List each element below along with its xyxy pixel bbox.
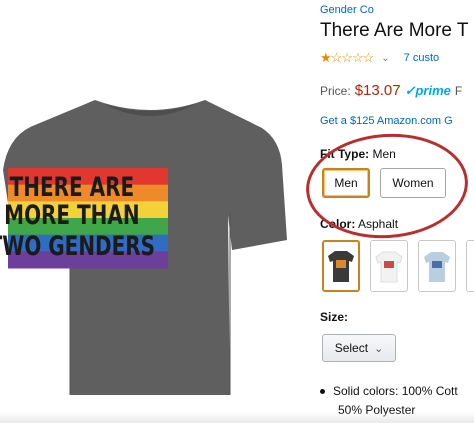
bottom-edge	[0, 412, 474, 423]
product-title: There Are More T	[320, 20, 469, 41]
color-swatch-light-blue[interactable]	[418, 240, 456, 292]
color-swatch-asphalt[interactable]	[322, 240, 360, 292]
shirt-thumbnail-icon	[424, 252, 450, 282]
review-count-link[interactable]: 7 custo	[404, 52, 439, 64]
print-line-3: TWO GENDERS	[0, 231, 156, 262]
rating-row: ★☆☆☆☆ ⌄ 7 custo	[320, 50, 439, 66]
promo-link[interactable]: Get a $125 Amazon.com G	[320, 115, 453, 127]
color-swatch-more[interactable]	[466, 240, 474, 292]
star-rating-icon[interactable]: ★☆☆☆☆	[320, 50, 374, 66]
shirt-thumbnail-icon	[375, 251, 403, 283]
size-label: Size:	[320, 310, 349, 324]
chevron-down-icon[interactable]: ⌄	[381, 53, 389, 64]
product-details: Gender Co There Are More T ★☆☆☆☆ ⌄ 7 cus…	[300, 0, 474, 423]
price-label: Price:	[320, 84, 351, 98]
print-line-2: MORE THAN	[4, 200, 140, 231]
price-row: Price: $13.07 ✓prime F	[320, 82, 462, 99]
brand-link[interactable]: Gender Co	[320, 4, 374, 16]
prime-suffix: F	[454, 84, 463, 98]
color-swatch-white[interactable]	[370, 240, 408, 292]
prime-badge: ✓prime	[404, 83, 451, 98]
size-select-dropdown[interactable]: Select ⌄	[322, 334, 396, 362]
price-value: $13.07	[354, 82, 401, 99]
product-image[interactable]: THERE ARE MORE THAN TWO GENDERS	[0, 0, 300, 423]
print-line-1: THERE ARE	[9, 172, 135, 203]
shirt-thumbnail-icon	[328, 251, 354, 282]
chevron-down-icon: ⌄	[374, 342, 384, 355]
size-select-label: Select	[334, 341, 369, 355]
bullet-icon	[320, 389, 325, 395]
